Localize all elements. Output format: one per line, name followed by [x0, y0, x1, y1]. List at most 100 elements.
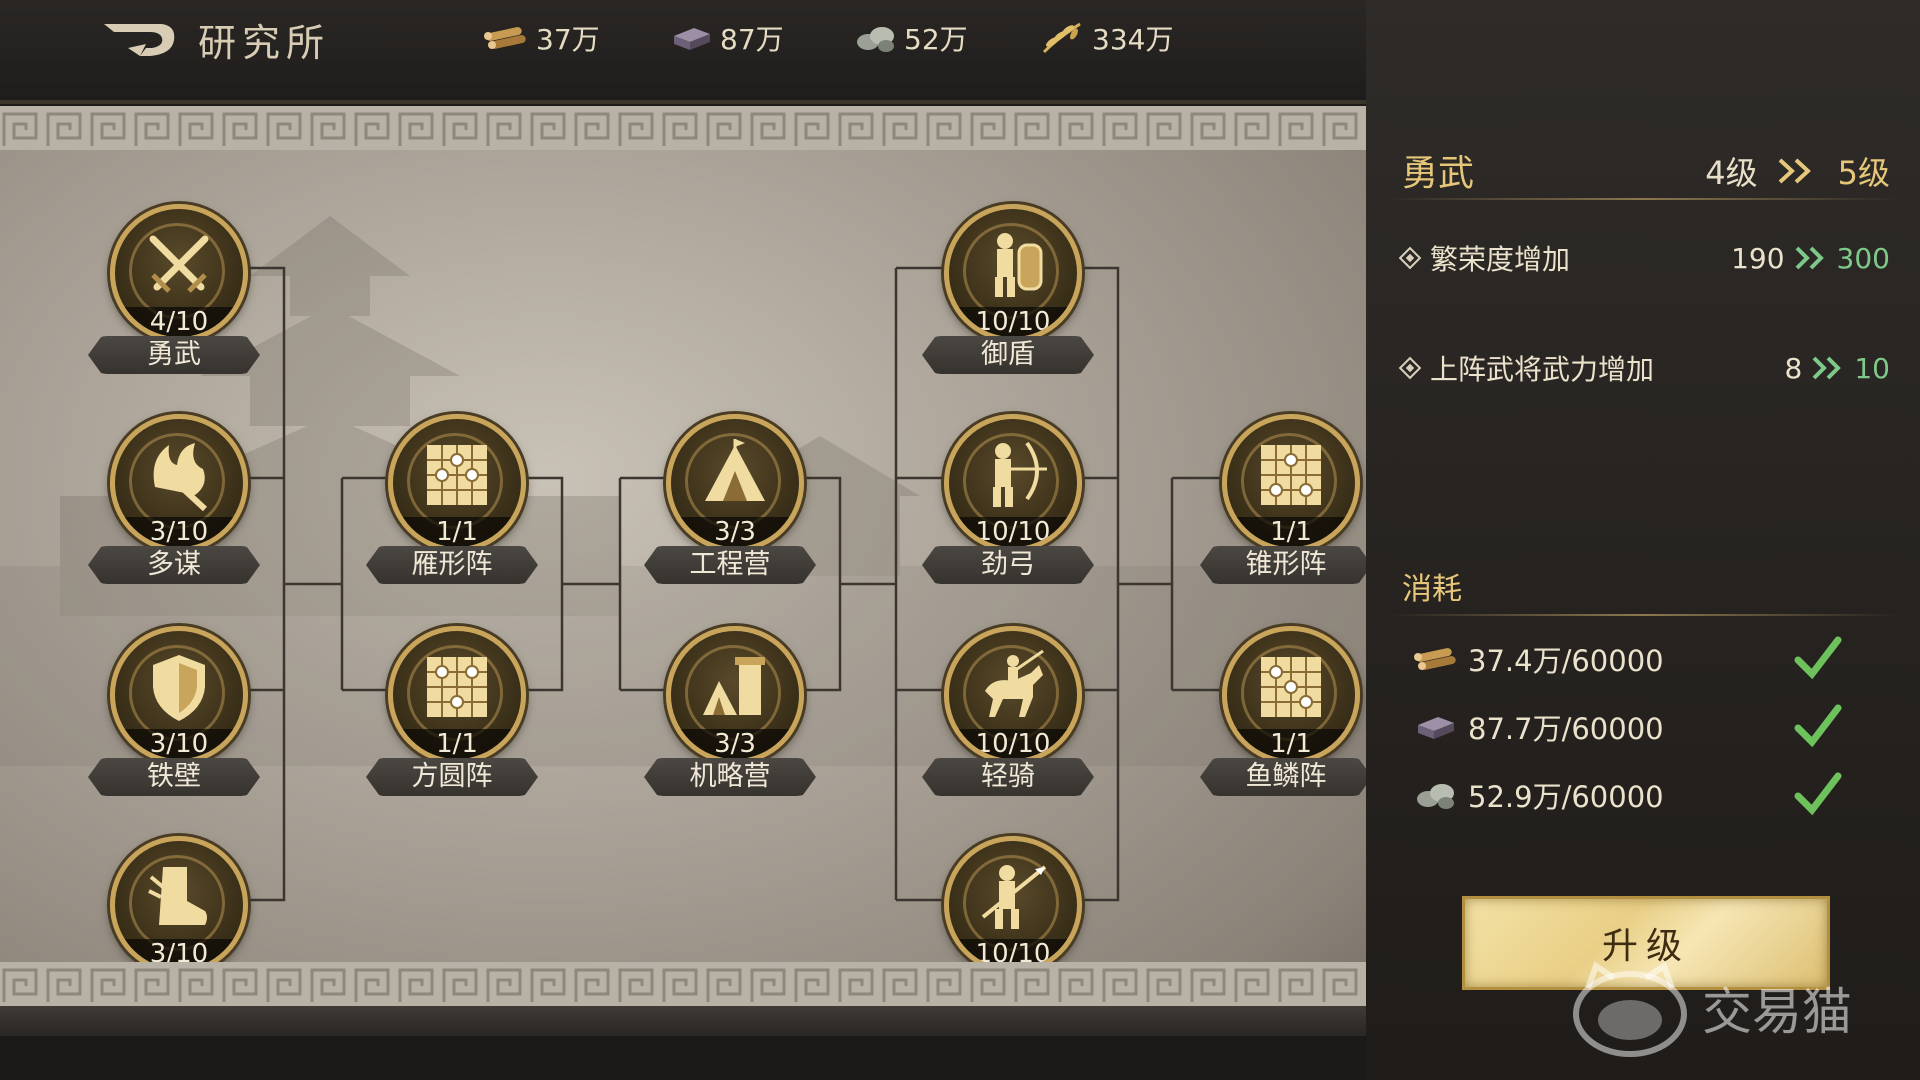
iron-icon — [674, 28, 710, 50]
wood-icon — [1414, 648, 1456, 670]
tech-progress: 1/1 — [1227, 517, 1355, 547]
formation-grid-icon — [427, 657, 487, 717]
tech-medal: 3/10 — [110, 626, 248, 764]
archer-icon — [993, 441, 1047, 507]
stone-icon — [1417, 784, 1454, 809]
tech-node-jinggong[interactable]: 10/10 劲弓 — [918, 414, 1098, 590]
tech-node-fangyuanzhen[interactable]: 1/1 方圆阵 — [362, 626, 542, 802]
skill-title: 勇武 — [1402, 153, 1475, 194]
tech-medal: 3/3 — [666, 414, 804, 552]
tech-node-jilueying[interactable]: 3/3 机略营 — [640, 626, 820, 802]
stone-icon — [857, 27, 894, 52]
tech-node-qingqi[interactable]: 10/10 轻骑 — [918, 626, 1098, 802]
attribute-row: 繁荣度增加 190 300 — [1396, 238, 1890, 278]
level-from: 4级 — [1705, 154, 1758, 192]
tech-progress: 10/10 — [949, 307, 1077, 337]
grain-amount: 334万 — [1092, 23, 1174, 56]
tech-node-yudun[interactable]: 10/10 御盾 — [918, 204, 1098, 380]
double-chevron-icon — [1795, 246, 1824, 270]
iron-icon — [1418, 717, 1454, 739]
attribute-name: 上阵武将武力增加 — [1430, 353, 1655, 386]
attribute-from: 190 — [1731, 241, 1785, 275]
checkmark-icon — [1794, 636, 1842, 680]
tech-node-yanxingzhen[interactable]: 1/1 雁形阵 — [362, 414, 542, 590]
level-change: 4级 5级 — [1705, 148, 1890, 194]
tech-progress: 3/3 — [671, 729, 799, 759]
tech-medal: 3/10 — [110, 836, 248, 974]
tech-medal: 10/10 — [944, 626, 1082, 764]
tech-name: 多谋 — [88, 546, 260, 584]
tech-progress: 1/1 — [393, 517, 521, 547]
grain-resource: 334万 — [1038, 18, 1173, 58]
attribute-name: 繁荣度增加 — [1430, 243, 1571, 276]
tech-medal: 10/10 — [944, 414, 1082, 552]
boot-icon — [148, 867, 207, 925]
tech-name: 方圆阵 — [366, 758, 538, 796]
divider — [1388, 614, 1898, 616]
cost-row: 87.7万/60000 — [1412, 702, 1842, 752]
tech-node-zhuixingzhen[interactable]: 1/1 锥形阵 — [1196, 414, 1366, 590]
cost-text: 37.4万/60000 — [1468, 644, 1664, 678]
tech-tree-area: 4/10 勇武 3/10 多谋 3/10 铁壁 3/10 1/1 雁形阵 1/1… — [0, 106, 1366, 1036]
tech-progress: 4/10 — [115, 307, 243, 337]
tech-name: 勇武 — [88, 336, 260, 374]
watermark-text: 交易猫 — [1702, 983, 1852, 1041]
checkmark-icon — [1794, 772, 1842, 816]
stone-resource: 52万 — [854, 18, 968, 58]
shield-soldier-icon — [995, 233, 1043, 297]
tech-progress: 1/1 — [393, 729, 521, 759]
tech-progress: 3/10 — [115, 729, 243, 759]
formation-grid-icon — [1261, 657, 1321, 717]
tech-node-tiebi[interactable]: 3/10 铁壁 — [84, 626, 264, 802]
tech-name: 轻骑 — [922, 758, 1094, 796]
wood-resource: 37万 — [482, 18, 600, 58]
divider — [1388, 198, 1898, 200]
tech-progress: 10/10 — [949, 729, 1077, 759]
formation-grid-icon — [427, 445, 487, 505]
watermark: 交易猫 — [1570, 958, 1852, 1058]
wood-amount: 37万 — [536, 23, 600, 56]
double-chevron-icon — [1778, 158, 1811, 184]
top-bar: 研究所 37万 87万 52万 334万 — [0, 0, 1366, 104]
cost-title: 消耗 — [1402, 572, 1462, 607]
tech-node-yongwu[interactable]: 4/10 勇武 — [84, 204, 264, 380]
checkmark-icon — [1794, 704, 1842, 748]
tech-node-yulinzhen[interactable]: 1/1 鱼鳞阵 — [1196, 626, 1366, 802]
tech-medal: 10/10 — [944, 204, 1082, 342]
cat-logo-icon — [1573, 961, 1687, 1057]
tech-name: 御盾 — [922, 336, 1094, 374]
formation-grid-icon — [1261, 445, 1321, 505]
tech-name: 锥形阵 — [1200, 546, 1366, 584]
double-chevron-icon — [1812, 356, 1842, 380]
spearman-icon — [981, 865, 1047, 929]
tech-name: 雁形阵 — [366, 546, 538, 584]
stone-amount: 52万 — [904, 23, 968, 56]
tech-name: 工程营 — [644, 546, 816, 584]
wood-icon — [484, 27, 526, 49]
tech-progress: 1/1 — [1227, 729, 1355, 759]
cost-row: 37.4万/60000 — [1412, 634, 1842, 684]
shield-icon — [153, 655, 205, 721]
attribute-to: 10 — [1854, 351, 1890, 385]
cost-text: 87.7万/60000 — [1468, 712, 1664, 746]
tech-node-duomou[interactable]: 3/10 多谋 — [84, 414, 264, 590]
tech-medal: 1/1 — [1222, 414, 1360, 552]
cost-row: 52.9万/60000 — [1412, 770, 1842, 820]
cavalry-icon — [985, 649, 1044, 717]
flame-fan-icon — [153, 443, 208, 512]
iron-amount: 87万 — [720, 23, 784, 56]
tech-progress: 10/10 — [949, 517, 1077, 547]
tech-medal: 3/3 — [666, 626, 804, 764]
back-arrow-icon[interactable] — [100, 18, 178, 62]
attribute-from: 8 — [1784, 351, 1803, 385]
bullet-diamond-icon — [1398, 246, 1422, 270]
page-title: 研究所 — [198, 21, 331, 65]
tech-node-gongchengying[interactable]: 3/3 工程营 — [640, 414, 820, 590]
grain-icon — [1042, 22, 1081, 54]
attribute-row: 上阵武将武力增加 8 10 — [1396, 348, 1890, 388]
tech-name: 铁壁 — [88, 758, 260, 796]
tech-medal: 1/1 — [388, 414, 526, 552]
fret-border-bottom — [0, 962, 1366, 1006]
camp-tent-icon — [705, 439, 765, 501]
tech-medal: 10/10 — [944, 836, 1082, 974]
